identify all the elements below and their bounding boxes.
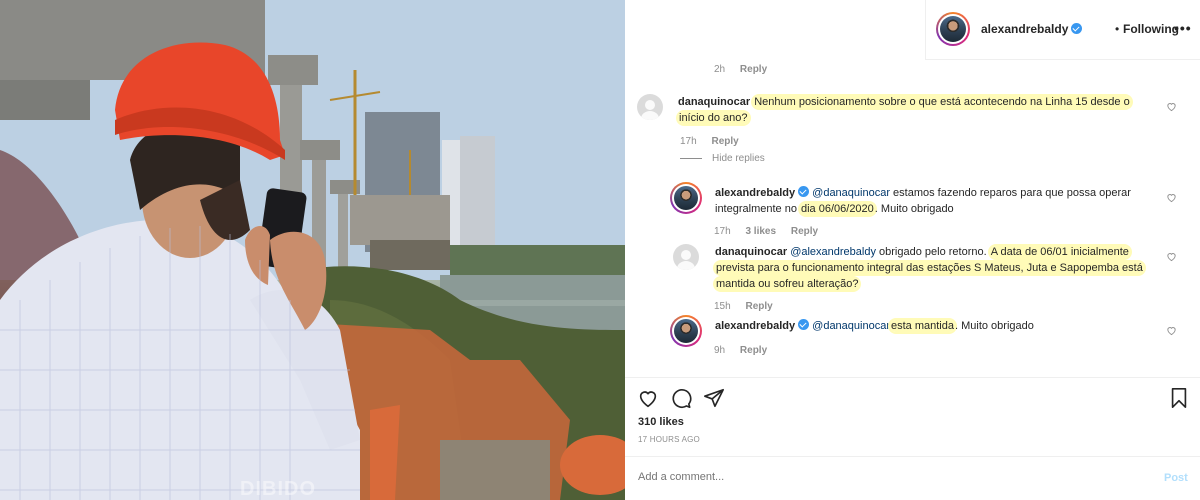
verified-badge-icon: [1071, 23, 1083, 34]
share-paper-plane-icon[interactable]: [703, 387, 725, 409]
comment-text-cont: início do ano?: [678, 112, 749, 124]
comment-time: 2h: [714, 64, 726, 75]
comment-text: estamos fazendo reparos para que possa o…: [890, 187, 1131, 199]
reply-author-avatar[interactable]: [670, 315, 702, 347]
comment-highlight: dia 06/06/2020: [800, 203, 875, 215]
reply-2: danaquinocar @alexandrebaldy obrigado pe…: [715, 244, 1170, 292]
post-time: 17 HOURS AGO: [638, 435, 700, 444]
comment-username[interactable]: danaquinocar: [678, 96, 750, 108]
verified-badge-icon: [798, 186, 810, 197]
author-username[interactable]: alexandrebaldy: [981, 22, 1083, 36]
photo-illustration: [0, 0, 625, 500]
like-heart-icon[interactable]: [637, 387, 659, 409]
comment-highlight: esta mantida: [890, 320, 955, 332]
comment-username[interactable]: danaquinocar: [715, 246, 787, 258]
like-comment-heart-icon[interactable]: [1166, 251, 1177, 262]
comment-time: 15h: [714, 301, 731, 312]
like-comment-heart-icon[interactable]: [1166, 325, 1177, 336]
commenter-avatar[interactable]: [637, 94, 663, 120]
verified-badge-icon: [798, 319, 810, 330]
actions-divider: [625, 377, 1200, 378]
reply-2-meta: 15h Reply: [714, 301, 785, 312]
hide-replies-line: [680, 157, 702, 159]
save-bookmark-icon[interactable]: [1169, 387, 1189, 409]
post-photo[interactable]: DIBIDO: [0, 0, 625, 500]
reply-1-meta: 17h 3 likes Reply: [714, 226, 830, 237]
post-header: alexandrebaldy • Following •••: [925, 0, 1200, 60]
add-comment-input[interactable]: [638, 471, 1138, 483]
reply-author-avatar[interactable]: [670, 182, 702, 214]
comment-1-meta: 17h Reply: [680, 136, 751, 147]
reply-button[interactable]: Reply: [711, 136, 738, 147]
reply-3: alexandrebaldy @danaquinocaresta mantida…: [715, 318, 1165, 334]
comment-highlight-end: mantida ou sofreu alteração?: [715, 278, 860, 290]
author-avatar[interactable]: [936, 12, 970, 46]
comment-box-divider: [625, 456, 1200, 457]
reply-button[interactable]: Reply: [791, 226, 818, 237]
header-separator: •: [1115, 22, 1120, 36]
comment-mention[interactable]: @danaquinocar: [812, 187, 890, 199]
comments-panel: alexandrebaldy • Following ••• 2h Reply …: [625, 0, 1200, 500]
commenter-avatar[interactable]: [673, 244, 699, 270]
reply-3-meta: 9h Reply: [714, 345, 779, 356]
comment-text-end: . Muito obrigado: [874, 203, 954, 215]
comment-bubble-icon[interactable]: [670, 387, 692, 409]
reply-1: alexandrebaldy @danaquinocar estamos faz…: [715, 185, 1165, 217]
comment-time: 17h: [714, 226, 731, 237]
reply-button[interactable]: Reply: [745, 301, 772, 312]
post-comment-button[interactable]: Post: [1164, 472, 1188, 484]
like-comment-heart-icon[interactable]: [1166, 101, 1177, 112]
comment-likes[interactable]: 3 likes: [745, 226, 776, 237]
comment-username[interactable]: alexandrebaldy: [715, 320, 795, 332]
hide-replies-label[interactable]: Hide replies: [712, 153, 765, 164]
comment-username[interactable]: alexandrebaldy: [715, 187, 795, 199]
likes-count[interactable]: 310 likes: [638, 416, 684, 428]
comment-highlight: A data de 06/01 inicialmente: [989, 246, 1130, 258]
hide-replies-button[interactable]: Hide replies: [680, 153, 765, 164]
comment-mention[interactable]: @danaquinocar: [812, 320, 890, 332]
reply-button[interactable]: Reply: [740, 64, 767, 75]
comment-time: 9h: [714, 345, 726, 356]
author-username-text[interactable]: alexandrebaldy: [981, 22, 1068, 36]
comment-highlight-cont: prevista para o funcionamento integral d…: [715, 262, 1144, 274]
like-comment-heart-icon[interactable]: [1166, 192, 1177, 203]
comment-text-end: . Muito obrigado: [954, 320, 1034, 332]
reply-button[interactable]: Reply: [740, 345, 767, 356]
comment-time: 17h: [680, 136, 697, 147]
comment-text: Nenhum posicionamento sobre o que está a…: [753, 96, 1131, 108]
following-button[interactable]: Following: [1123, 22, 1179, 36]
more-options-icon[interactable]: •••: [1174, 20, 1192, 36]
comment-mention[interactable]: @alexandrebaldy: [790, 246, 876, 258]
photo-watermark: DIBIDO: [240, 478, 316, 500]
comment-text: obrigado pelo retorno.: [875, 246, 990, 258]
comment-meta-top: 2h Reply: [714, 64, 779, 75]
comment-1: danaquinocar Nenhum posicionamento sobre…: [678, 94, 1158, 126]
comment-text-cont: integralmente no: [715, 203, 800, 215]
